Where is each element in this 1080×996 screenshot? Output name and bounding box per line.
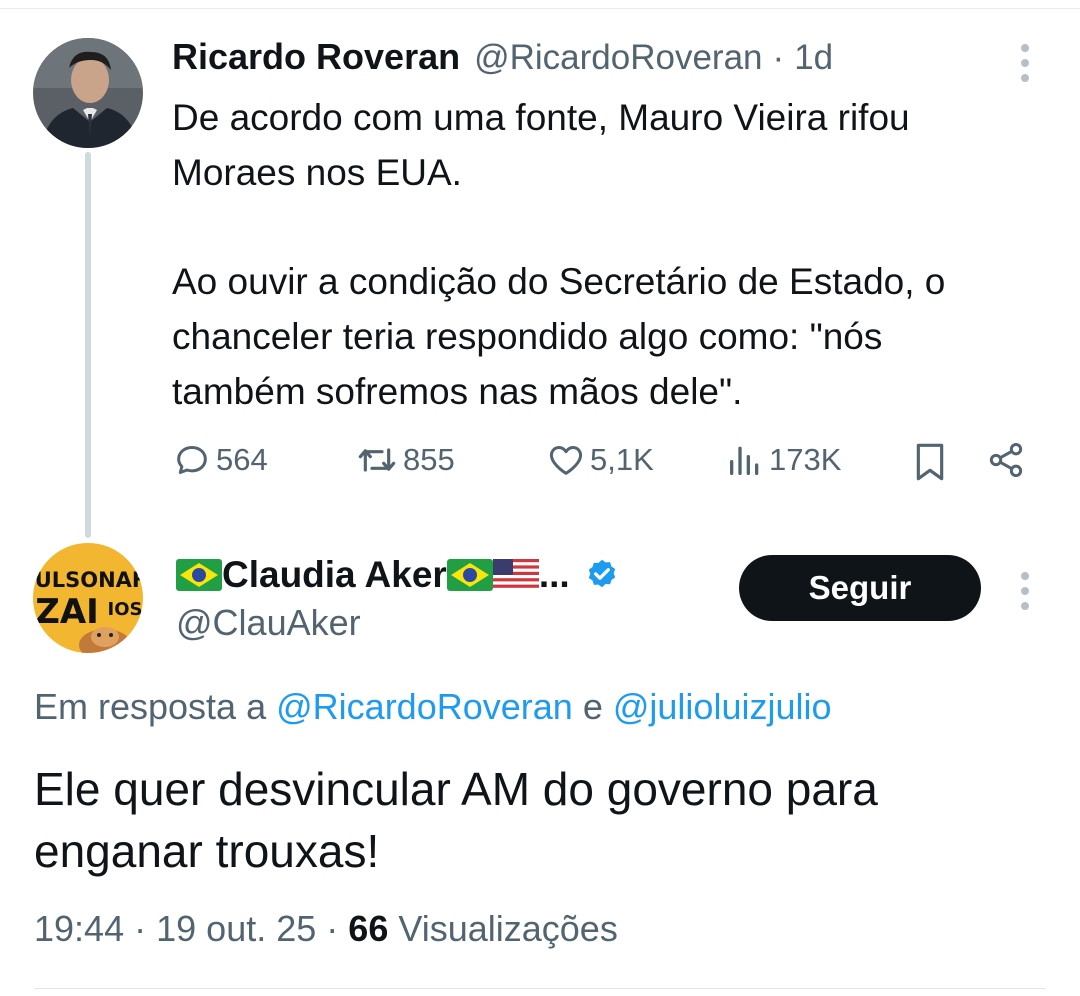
like-icon	[549, 446, 583, 475]
avatar-image: BULSONAHI ZAI IOS	[33, 543, 143, 653]
separator-dot: ·	[772, 38, 785, 77]
avatar-text: IOS	[108, 599, 143, 620]
views-icon	[730, 446, 759, 475]
share-button[interactable]	[986, 440, 1026, 480]
avatar-photo	[33, 38, 143, 148]
avatar-text: ZAI	[35, 592, 99, 632]
name-ellipsis: ...	[538, 554, 570, 595]
thread-connector-line	[85, 152, 91, 538]
avatar[interactable]: BULSONAHI ZAI IOS	[33, 543, 143, 653]
mention-link[interactable]: @julioluizjulio	[613, 686, 832, 727]
tweet-time[interactable]: 1d	[794, 38, 833, 78]
tweet-text-line: Moraes nos EUA.	[172, 152, 462, 193]
author-handle[interactable]: @ClauAker	[176, 602, 361, 644]
views-label[interactable]: Visualizações	[398, 908, 617, 949]
replying-to: Em resposta a @RicardoRoveran e @juliolu…	[34, 686, 832, 728]
replying-to-label: Em resposta a	[34, 686, 267, 727]
brazil-flag-icon	[176, 559, 222, 591]
author-name[interactable]: Ricardo Roveran	[172, 36, 460, 78]
author-handle[interactable]: @RicardoRoveran	[474, 38, 762, 78]
share-icon	[989, 443, 1023, 477]
brazil-flag-icon	[446, 559, 493, 591]
avatar[interactable]	[33, 38, 143, 148]
tweet-text: De acordo com uma fonte, Mauro Vieira ri…	[172, 90, 1052, 419]
retweet-button[interactable]: 855	[355, 440, 455, 480]
reply-icon	[177, 446, 207, 474]
tweet-date[interactable]: 19 out. 25	[156, 908, 316, 949]
bookmark-button[interactable]	[910, 440, 950, 484]
retweet-icon	[358, 448, 396, 472]
tweet-text-line: De acordo com uma fonte, Mauro Vieira ri…	[172, 97, 910, 138]
views-button[interactable]: 173K	[725, 440, 841, 480]
verified-badge-icon[interactable]	[584, 557, 620, 593]
tweet-header: Ricardo Roveran @RicardoRoveran · 1d	[172, 36, 833, 80]
tweet-text-line: também sofremos nas mãos dele".	[172, 371, 743, 412]
views-count: 66	[348, 908, 389, 949]
replying-to-connector: e	[582, 686, 603, 727]
tweet-actions: 564 855 5,1K 173K	[172, 440, 1032, 488]
tweet-text-line: Ao ouvir a condição do Secretário de Est…	[172, 261, 946, 302]
avatar-text: BULSONAHI	[33, 568, 143, 592]
tweet-meta: 19:44 · 19 out. 25 · 66 Visualizações	[34, 908, 618, 950]
reply-count: 564	[216, 442, 268, 477]
like-button[interactable]: 5,1K	[546, 440, 654, 480]
bottom-divider	[34, 988, 1046, 989]
views-count: 173K	[769, 442, 842, 477]
like-count: 5,1K	[590, 442, 654, 477]
reply-author-row: Claudia Aker ...	[176, 552, 620, 598]
mention-link[interactable]: @RicardoRoveran	[276, 686, 573, 727]
usa-flag-icon	[492, 559, 539, 591]
top-divider	[0, 8, 1080, 9]
more-icon[interactable]	[1021, 44, 1029, 82]
more-icon[interactable]	[1021, 572, 1029, 610]
follow-button[interactable]: Seguir	[739, 555, 981, 621]
author-name[interactable]: Claudia Aker	[222, 554, 447, 596]
tweet-time[interactable]: 19:44	[34, 908, 124, 949]
tweet-text-line: chanceler teria respondido algo como: "n…	[172, 316, 883, 357]
bookmark-icon	[916, 443, 944, 481]
separator-dot: ·	[134, 908, 147, 949]
separator-dot: ·	[326, 908, 339, 949]
reply-button[interactable]: 564	[172, 440, 268, 480]
retweet-count: 855	[403, 442, 455, 477]
tweet-text: Ele quer desvincular AM do governo para …	[34, 763, 878, 877]
